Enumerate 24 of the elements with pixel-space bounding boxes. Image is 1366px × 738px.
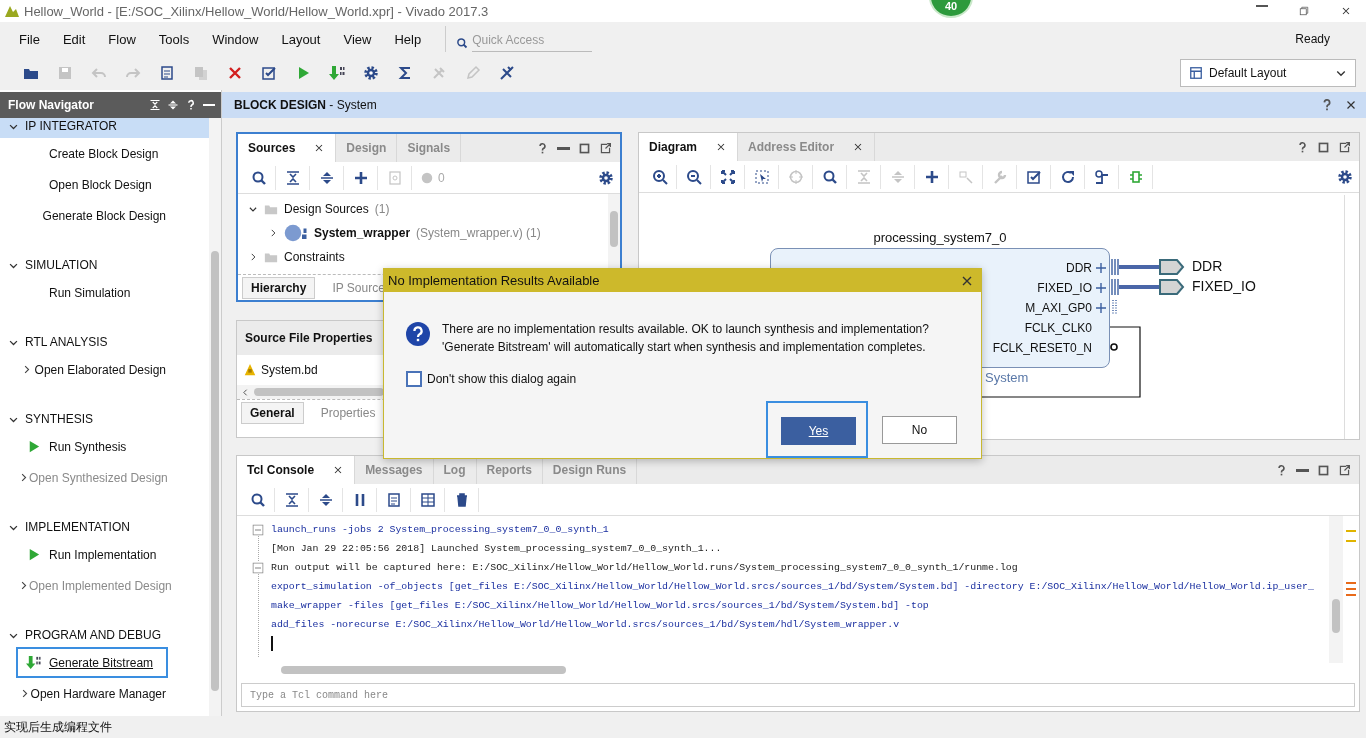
dialog-title: No Implementation Results Available: [388, 273, 601, 288]
output-line: [Mon Jan 29 22:05:56 2018] Launched System_processing_system7_0_0_synth_1...: [271, 543, 722, 554]
block-title: processing_system7_0: [872, 230, 1008, 245]
pin-label: FCLK_CLK0: [1024, 321, 1092, 335]
command-line: add_files -norecurse E:/SOC_Xilinx/Hellow_World/Hellow_World.srcs/sources_1/bd/System/hdl/System_wrapper.v: [271, 619, 900, 630]
window-title: Hellow_World - [E:/SOC_Xilinx/Hellow_World/Hellow_World.xpr] - Vivado 2017.3: [24, 3, 489, 19]
pin-label: M_AXI_GP0: [1025, 301, 1092, 315]
status-text: Ready: [1295, 32, 1330, 46]
port-label: FIXED_IO: [1192, 278, 1256, 294]
command-line: export_simulation -of_objects [get_files E:/SOC_Xilinx/Hellow_World/Hellow_World.srcs/sources_1/bd/System/System.bd] -directory E:/SOC_Xilinx/Hellow_World/Hellow_World.ip_user_: [271, 581, 1314, 592]
file-name: System.bd: [261, 363, 318, 377]
output-line: Run output will be captured here: E:/SOC_Xilinx/Hellow_World/Hellow_World.runs/System_processing_system7_0_0_synth_1/runme.log: [271, 562, 1018, 573]
pin-label: FCLK_RESET0_N: [992, 341, 1092, 355]
pin-label: DDR: [1066, 261, 1092, 275]
tree-item-detail: (System_wrapper.v) (1): [416, 226, 541, 240]
count-label: 0: [438, 170, 445, 185]
pin-label: FIXED_IO: [1037, 281, 1092, 295]
panel-title: Flow Navigator: [8, 98, 95, 112]
tree-item-detail: (1): [374, 202, 390, 216]
port-label: DDR: [1192, 258, 1223, 274]
command-line: make_wrapper -files [get_files E:/SOC_Xilinx/Hellow_World/Hellow_World.srcs/sources_1/bd/System/System.bd] -top: [271, 600, 929, 611]
command-line: launch_runs -jobs 2 System_processing_system7_0_0_synth_1: [271, 524, 609, 535]
block-subtitle: System: [985, 370, 1029, 385]
panel-title: BLOCK DESIGN - System: [234, 98, 378, 112]
